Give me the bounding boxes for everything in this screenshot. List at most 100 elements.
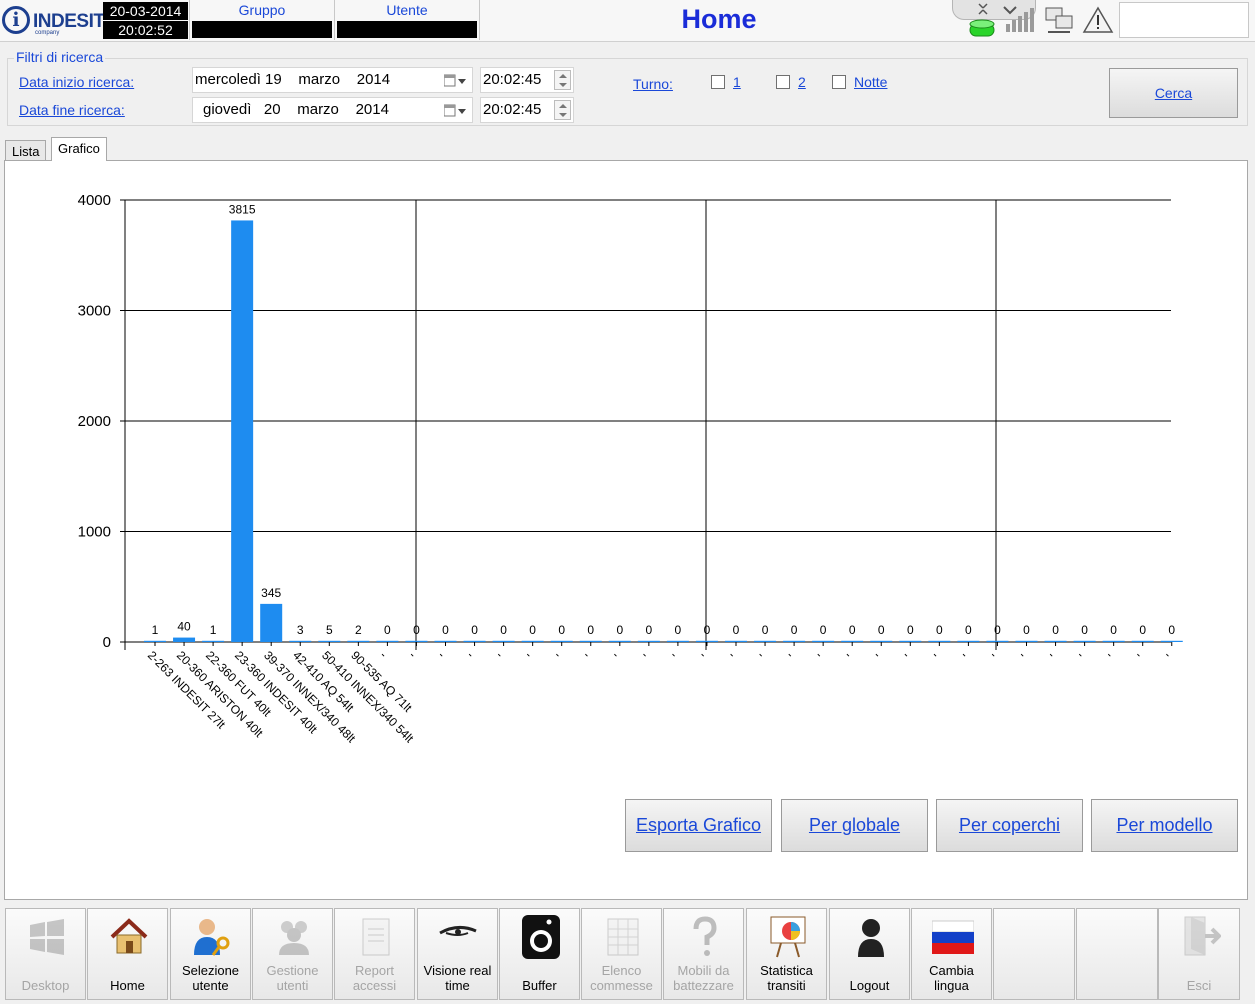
x-tick-label: -	[784, 648, 797, 661]
chart-bar	[173, 637, 196, 642]
house-icon	[110, 918, 148, 954]
chart-bar	[347, 640, 370, 642]
header-bar: i INDESIT company 20-03-2014 20:02:52 Gr…	[0, 0, 1255, 42]
esci-button[interactable]: Esci	[1158, 908, 1240, 1000]
start-time-value: 20:02:45	[483, 71, 542, 88]
x-tick-label: -	[523, 648, 536, 661]
chart-bar	[637, 640, 660, 642]
warning-icon[interactable]	[1080, 2, 1116, 38]
empty-taskbar-slot	[1076, 908, 1158, 1000]
turno-2-checkbox[interactable]	[776, 75, 790, 89]
x-tick-label: -	[1104, 648, 1117, 661]
calendar-dropdown-icon[interactable]	[444, 74, 466, 88]
chart-bar	[608, 640, 631, 642]
start-date-picker[interactable]: mercoledì 19 marzo 2014	[192, 67, 473, 93]
time-spinner[interactable]	[554, 70, 571, 90]
data-label: 3815	[229, 202, 256, 216]
chart-bar	[550, 640, 573, 642]
signal-icon	[1006, 8, 1034, 32]
mobili-da-battezzare-button[interactable]: Mobili da battezzare	[663, 908, 744, 1000]
data-label: 0	[587, 623, 594, 637]
per-globale-button[interactable]: Per globale	[781, 799, 928, 852]
end-time-input[interactable]: 20:02:45	[480, 97, 574, 123]
y-tick-label: 2000	[78, 413, 111, 430]
data-label: 1	[152, 623, 159, 637]
time-spinner[interactable]	[554, 100, 571, 120]
buffer-button[interactable]: Buffer	[499, 908, 580, 1000]
x-tick-label: -	[552, 648, 565, 661]
data-label: 0	[965, 623, 972, 637]
home-button[interactable]: Home	[87, 908, 168, 1000]
logout-button[interactable]: Logout	[829, 908, 910, 1000]
data-label: 0	[820, 623, 827, 637]
chart-bar	[289, 640, 312, 642]
tab-grafico[interactable]: Grafico	[51, 137, 107, 161]
chart-bar	[957, 640, 980, 642]
data-label: 0	[704, 623, 711, 637]
data-label: 2	[355, 623, 362, 637]
header-time: 20:02:52	[103, 21, 188, 39]
x-tick-label: -	[871, 648, 884, 661]
chart-bar	[463, 640, 486, 642]
turno-notte-label[interactable]: Notte	[854, 74, 887, 90]
selezione-utente-button[interactable]: Selezione utente	[170, 908, 251, 1000]
data-label: 0	[1023, 623, 1030, 637]
x-tick-label: -	[610, 648, 623, 661]
chart-bar	[376, 640, 399, 642]
calendar-dropdown-icon[interactable]	[444, 104, 466, 118]
data-label: 0	[384, 623, 391, 637]
data-label: 0	[558, 623, 565, 637]
start-date-value: mercoledì 19 marzo 2014	[195, 71, 391, 88]
tab-lista[interactable]: Lista	[5, 140, 47, 161]
data-label: 0	[529, 623, 536, 637]
data-label: 0	[646, 623, 653, 637]
visione-real-time-button[interactable]: Visione real time	[417, 908, 498, 1000]
start-time-input[interactable]: 20:02:45	[480, 67, 574, 93]
turno-1-checkbox[interactable]	[711, 75, 725, 89]
network-icon	[1045, 7, 1073, 33]
elenco-commesse-button[interactable]: Elenco commesse	[581, 908, 662, 1000]
x-tick-label: -	[697, 648, 710, 661]
gruppo-value	[192, 21, 332, 38]
end-time-value: 20:02:45	[483, 101, 542, 118]
report-accessi-button[interactable]: Report accessi	[334, 908, 415, 1000]
chart-bar	[231, 220, 254, 642]
start-date-label[interactable]: Data inizio ricerca:	[19, 74, 134, 90]
turno-notte-checkbox[interactable]	[832, 75, 846, 89]
x-tick-label: -	[900, 648, 913, 661]
turno-2-label[interactable]: 2	[798, 74, 806, 90]
y-tick-label: 3000	[78, 303, 111, 320]
x-tick-label: -	[987, 648, 1000, 661]
desktop-button[interactable]: Desktop	[5, 908, 86, 1000]
status-box	[1119, 2, 1249, 38]
chart-bar	[1102, 640, 1125, 642]
bar-chart: 0100020003000400012-263 INDESIT 27lt4020…	[78, 192, 1183, 746]
x-tick-label: -	[493, 648, 506, 661]
x-tick-label: -	[581, 648, 594, 661]
x-tick-label: -	[726, 648, 739, 661]
x-tick-label: -	[813, 648, 826, 661]
x-tick-label: -	[435, 648, 448, 661]
end-date-picker[interactable]: giovedì 20 marzo 2014	[192, 97, 473, 123]
per-coperchi-button[interactable]: Per coperchi	[936, 799, 1083, 852]
x-tick-label: -	[1016, 648, 1029, 661]
export-chart-button[interactable]: Esporta Grafico	[625, 799, 772, 852]
per-modello-button[interactable]: Per modello	[1091, 799, 1238, 852]
cambia-lingua-button[interactable]: Cambia lingua	[911, 908, 992, 1000]
turno-1-label[interactable]: 1	[733, 74, 741, 90]
x-tick-label: -	[958, 648, 971, 661]
y-tick-label: 1000	[78, 524, 111, 541]
x-tick-label: -	[1045, 648, 1058, 661]
data-label: 3	[297, 623, 304, 637]
utente-label: Utente	[386, 2, 428, 18]
statistica-transiti-button[interactable]: Statistica transiti	[746, 908, 827, 1000]
search-button[interactable]: Cerca	[1109, 68, 1238, 118]
x-tick-label: -	[668, 648, 681, 661]
empty-taskbar-slot	[993, 908, 1075, 1000]
question-icon	[693, 916, 717, 956]
chart-bar	[695, 640, 718, 642]
end-date-label[interactable]: Data fine ricerca:	[19, 102, 125, 118]
data-label: 0	[791, 623, 798, 637]
gestione-utenti-button[interactable]: Gestione utenti	[252, 908, 333, 1000]
utente-cell: Utente	[334, 0, 479, 40]
